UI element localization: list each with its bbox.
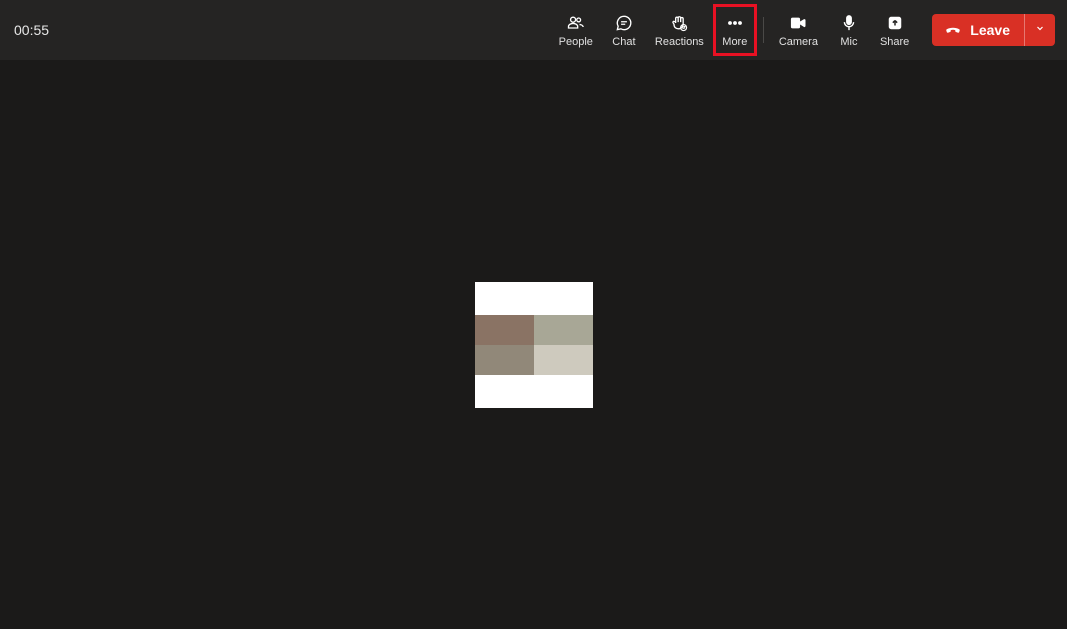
leave-dropdown[interactable] bbox=[1024, 14, 1055, 46]
leave-split-button: Leave bbox=[932, 14, 1055, 46]
leave-button[interactable]: Leave bbox=[932, 14, 1024, 46]
hangup-icon bbox=[944, 21, 962, 39]
camera-button[interactable]: Camera bbox=[770, 4, 827, 56]
more-label: More bbox=[722, 36, 747, 48]
chat-label: Chat bbox=[612, 36, 635, 48]
share-button[interactable]: Share bbox=[871, 4, 918, 56]
share-label: Share bbox=[880, 36, 909, 48]
mic-icon bbox=[839, 12, 859, 34]
reactions-icon bbox=[669, 12, 689, 34]
chat-icon bbox=[614, 12, 634, 34]
more-button[interactable]: More bbox=[713, 4, 757, 56]
leave-label: Leave bbox=[970, 22, 1010, 38]
camera-icon bbox=[788, 12, 808, 34]
mic-button[interactable]: Mic bbox=[827, 4, 871, 56]
people-label: People bbox=[559, 36, 593, 48]
people-button[interactable]: People bbox=[550, 4, 602, 56]
reactions-button[interactable]: Reactions bbox=[646, 4, 713, 56]
reactions-label: Reactions bbox=[655, 36, 704, 48]
chevron-down-icon bbox=[1034, 21, 1046, 39]
meeting-stage bbox=[0, 60, 1067, 629]
chat-button[interactable]: Chat bbox=[602, 4, 646, 56]
call-timer: 00:55 bbox=[14, 0, 49, 60]
share-icon bbox=[885, 12, 905, 34]
people-icon bbox=[566, 12, 586, 34]
participant-avatar bbox=[475, 282, 593, 408]
meeting-toolbar: 00:55 People Chat Reactions More bbox=[0, 0, 1067, 60]
toolbar-separator bbox=[763, 17, 764, 43]
camera-label: Camera bbox=[779, 36, 818, 48]
toolbar-actions: People Chat Reactions More Camera bbox=[550, 0, 1067, 60]
mic-label: Mic bbox=[840, 36, 857, 48]
more-icon bbox=[725, 12, 745, 34]
